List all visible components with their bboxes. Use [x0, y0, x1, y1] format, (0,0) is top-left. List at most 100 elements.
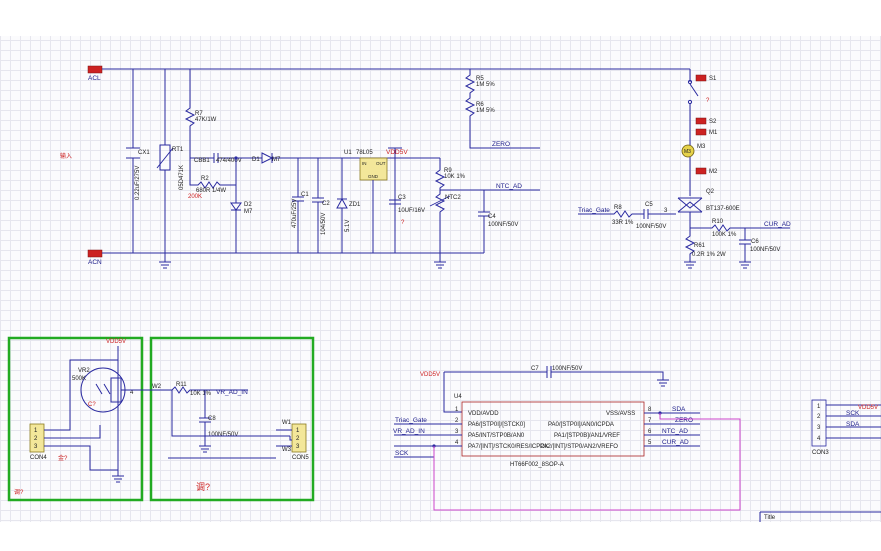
s1-pad[interactable]: [695, 74, 707, 82]
r-zero2-value: 1M 5%: [476, 108, 495, 114]
r-gate-value: 33R 1%: [612, 220, 634, 226]
mcu-section: VDD5V C7 100NF/50V U4 HT66F002_8SOP-A VD…: [393, 366, 741, 511]
rt1-ref: RT1: [172, 147, 184, 153]
u4-pin6-name: PA1/[STP0B]/AN1/VREF: [554, 433, 620, 439]
m1-label: M1: [709, 130, 718, 136]
c1-value: 470uF/25V: [292, 199, 298, 228]
vdd5v-header: VDD5V: [858, 405, 878, 411]
u4-pin4-num: 4: [455, 440, 459, 446]
u4-pin1-name: VDD/AVDD: [468, 411, 499, 417]
r11-value: 10K 1%: [190, 391, 212, 397]
d2-ref: D2: [244, 202, 252, 208]
c7-ref: C7: [531, 366, 539, 372]
ntc-ad-net: NTC_AD: [496, 183, 522, 190]
c3-value: 10UF/16V: [398, 208, 425, 214]
vr-ad-in-net-left: VR_AD_IN: [216, 389, 248, 396]
power-supply-section: ACL ACN 输入 CX1 0.22uF/275V RT1 05D471K R…: [60, 65, 690, 269]
triac-gate-net-mcu: Triac_Gate: [395, 417, 427, 424]
red-note-c3: ?: [401, 220, 405, 226]
u1-ref: U1: [344, 150, 352, 156]
rt1-value: 05D471K: [179, 165, 185, 190]
w2-ref: W2: [152, 384, 162, 390]
cur-ad-net-mcu: CUR_AD: [662, 439, 689, 446]
u4-pin4-name: PA7/[INT]/STCK0/RES/ICPCK: [468, 444, 549, 450]
u4-pin5-num: 5: [648, 440, 652, 446]
m2-pad[interactable]: [695, 167, 707, 175]
m3-ref: M3: [697, 144, 706, 150]
s2-pad[interactable]: [695, 117, 707, 125]
cx1-ref: CX1: [138, 150, 150, 156]
m2-label: M2: [709, 169, 718, 175]
r-shunt-ref: R61: [694, 243, 706, 249]
u1-in-pin: IN: [362, 161, 367, 166]
u4-pin8-num: 8: [648, 407, 652, 413]
gate-pin-3: 3: [664, 208, 668, 214]
pot-note-a: 调?: [14, 488, 24, 496]
r-series-ref: R2: [201, 176, 209, 182]
con3-pin4: 4: [817, 436, 821, 442]
ntc-ad-net-mcu: NTC_AD: [662, 428, 688, 435]
pot-interface-box: [149, 336, 315, 502]
u1-gnd-pin: GND: [368, 174, 379, 179]
c8-value: 100NF/50V: [208, 432, 238, 438]
u4-pin3-num: 3: [455, 429, 459, 435]
triac-section: S1 ? S2 M1 M3 M3 M2 Q2 BT137-600E Triac_…: [578, 69, 791, 269]
switch-note: ?: [706, 98, 710, 104]
c2-value: 104/50V: [321, 213, 327, 235]
cbb1-ref: CBB1: [194, 158, 210, 164]
u4-pin2-num: 2: [455, 418, 459, 424]
c3-ref: C3: [398, 195, 406, 201]
u4-pin6-num: 6: [648, 429, 652, 435]
acl-label: ACL: [88, 75, 101, 82]
ntc2-ref: NTC2: [445, 195, 461, 201]
vdd5v-pot: VDD5V: [106, 339, 126, 345]
zero-net-mcu: ZERO: [675, 417, 693, 424]
vdd5v-top: VDD5V: [386, 149, 408, 156]
pot-section: VDD5V VR2 500K C? 4 1 2 3 CON4 金? 调? W2 …: [7, 336, 315, 502]
vr2-ref: VR2: [78, 368, 90, 374]
pot-note-c: 金?: [58, 454, 68, 462]
r-zero1-value: 1M 5%: [476, 82, 495, 88]
d1-ref: D1: [252, 157, 260, 163]
c5-value: 100NF/50V: [636, 224, 666, 230]
knob-note: C?: [88, 402, 96, 408]
m3-symbol-label: M3: [684, 149, 691, 155]
title-block: Title: [759, 511, 881, 522]
r-top-value: 47K/1W: [195, 117, 217, 123]
u4-pin2-name: PA6/[STP0I]/[STCK0]: [468, 422, 525, 428]
d1-value: M7: [272, 157, 281, 163]
w1-ref: W1: [282, 420, 292, 426]
acn-pad[interactable]: [87, 249, 103, 258]
q2-ref: Q2: [706, 189, 715, 195]
c8-ref: C8: [208, 416, 216, 422]
con3-pin2: 2: [817, 414, 821, 420]
power-note: 200K: [188, 194, 202, 200]
u1-part: 78L05: [356, 150, 373, 156]
vr2-value: 500K: [72, 376, 86, 382]
con3-pin1: 1: [817, 404, 821, 410]
c5-ref: C5: [645, 202, 653, 208]
r10-ref: R10: [712, 219, 724, 225]
c1-ref: C1: [301, 192, 309, 198]
r-shunt-value: 0.2R 1% 2W: [692, 252, 726, 258]
zd1-ref: ZD1: [349, 202, 361, 208]
acl-pad[interactable]: [87, 65, 103, 74]
sck-net-header: SCK: [846, 410, 860, 417]
r-ntc-value: 10K 1%: [444, 174, 466, 180]
triac-gate-net: Triac_Gate: [578, 207, 610, 214]
w3-ref: W3: [282, 447, 292, 453]
title-block-label: Title: [764, 515, 776, 521]
acn-label: ACN: [88, 259, 102, 266]
c6-value: 100NF/50V: [750, 247, 780, 253]
m1-pad[interactable]: [695, 128, 707, 136]
zero-net: ZERO: [492, 141, 510, 148]
sda-net-header: SDA: [846, 421, 860, 428]
con5-ref: CON5: [292, 455, 309, 461]
con4-ref: CON4: [30, 455, 47, 461]
zd1-value: 5.1V: [345, 220, 351, 232]
s1-label: S1: [709, 76, 717, 82]
u4-pin7-name: PA0/[STP0I]/AN0/ICPDA: [548, 422, 614, 428]
d2-value: M7: [244, 209, 253, 215]
c2-ref: C2: [322, 201, 330, 207]
r10-value: 100K 1%: [712, 232, 737, 238]
